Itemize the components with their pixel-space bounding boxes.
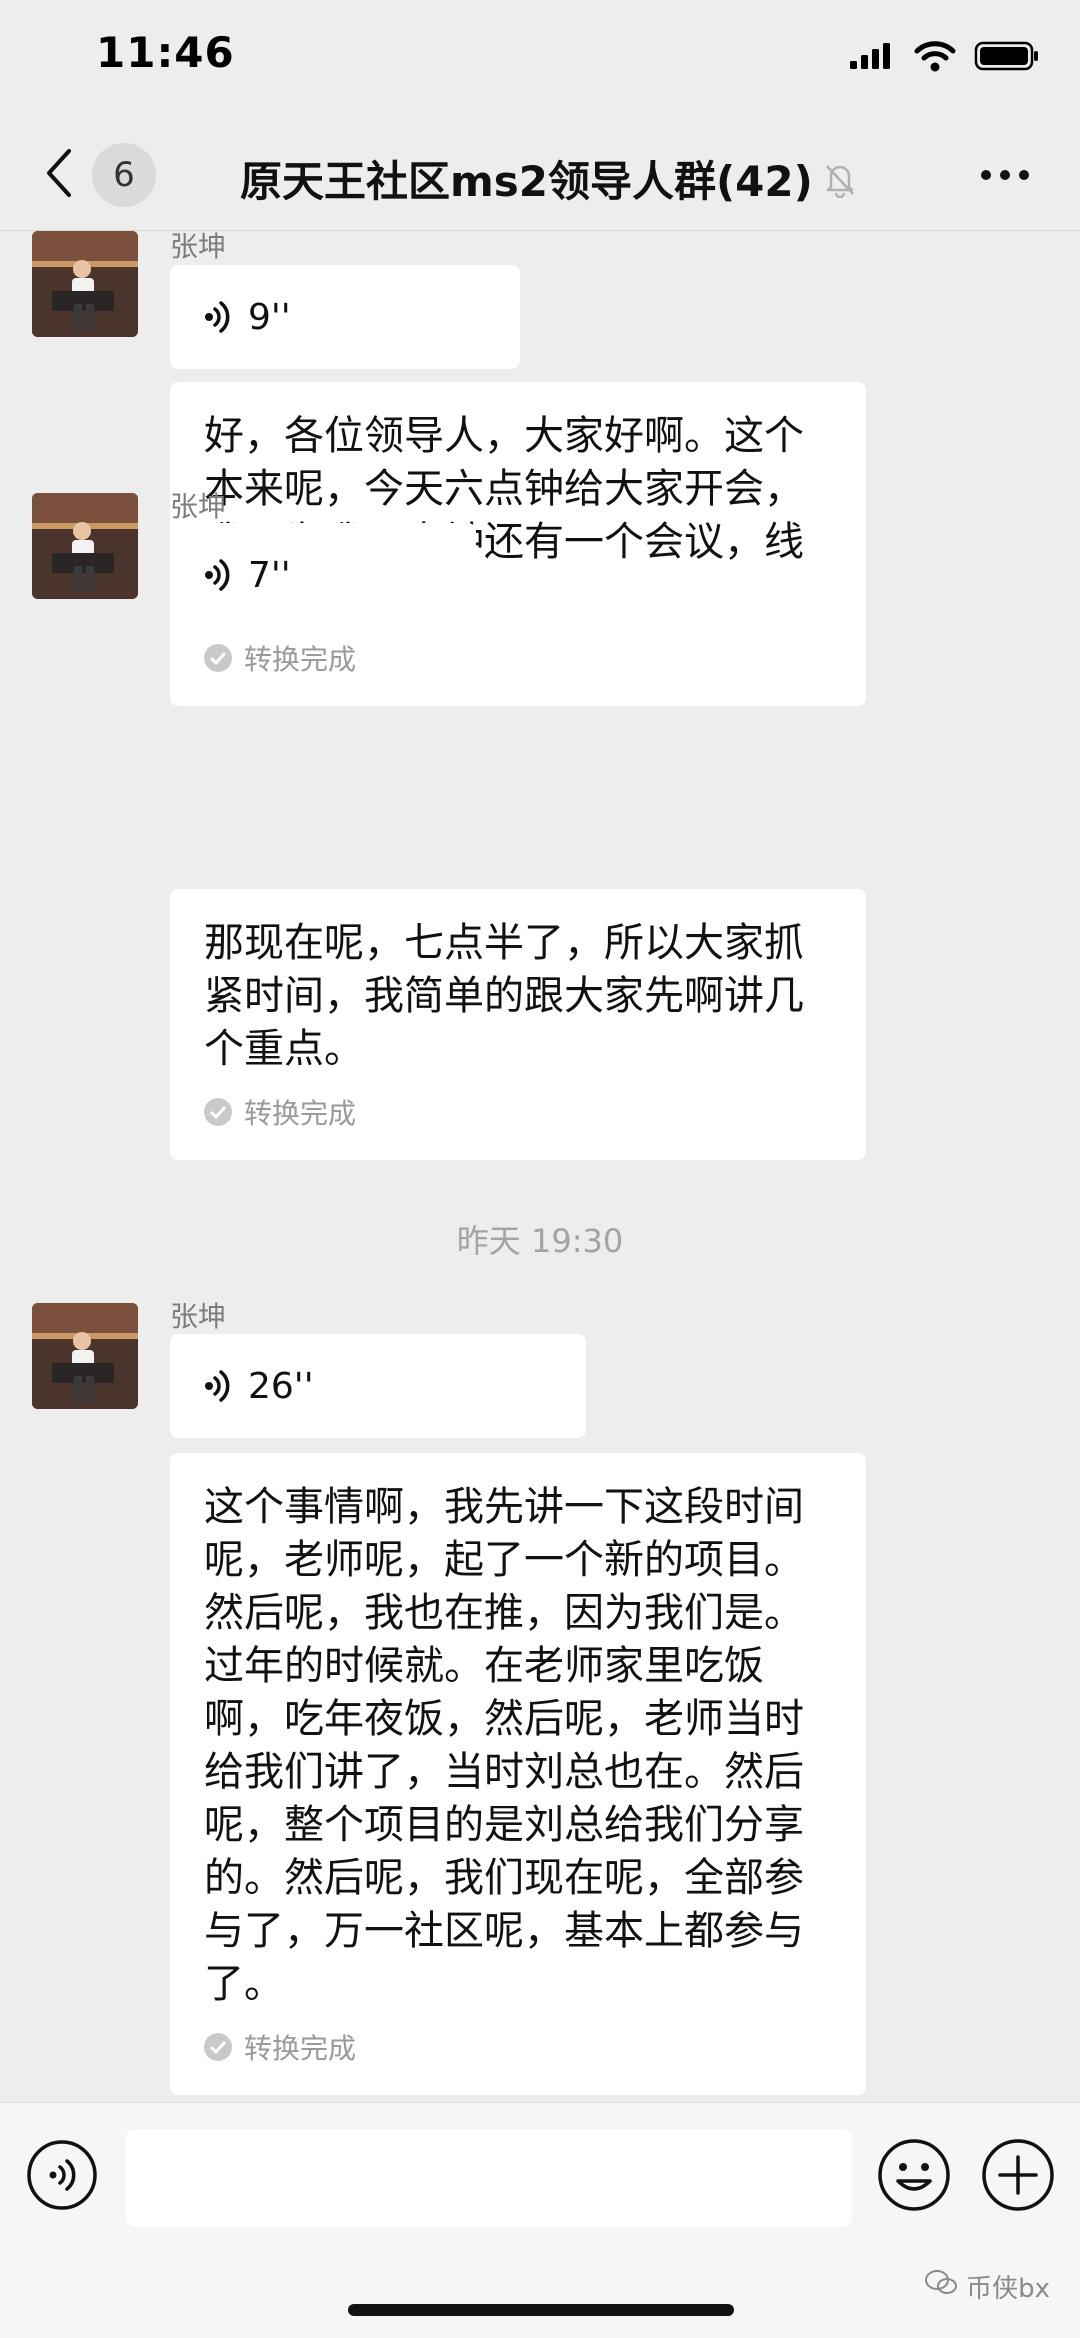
- transcript-bubble[interactable]: 那现在呢，七点半了，所以大家抓紧时间，我简单的跟大家先啊讲几个重点。 转换完成: [170, 889, 866, 1160]
- check-circle-icon: [204, 644, 232, 672]
- more-dots-icon: [980, 166, 1030, 185]
- conversion-status: 转换完成: [204, 638, 832, 678]
- signal-icon: [848, 41, 896, 75]
- avatar-photo: [32, 493, 138, 599]
- chat-title: 原天王社区ms2领导人群(42): [240, 148, 854, 209]
- sender-name: 张坤: [170, 490, 227, 523]
- avatar-photo: [32, 1303, 138, 1409]
- voice-wave-icon: [204, 298, 232, 336]
- status-time: 11:46: [96, 28, 235, 77]
- home-indicator[interactable]: [348, 2304, 734, 2316]
- voice-mode-icon: [27, 2140, 97, 2210]
- wifi-icon: [914, 40, 956, 76]
- voice-input-toggle[interactable]: [26, 2139, 98, 2211]
- watermark: 币侠bx: [924, 2268, 1050, 2305]
- plus-circle-icon: [982, 2139, 1054, 2211]
- avatar[interactable]: [32, 493, 138, 599]
- more-options-button[interactable]: [970, 150, 1040, 200]
- voice-message[interactable]: 26'': [170, 1334, 586, 1438]
- smiley-icon: [878, 2139, 950, 2211]
- chat-header: 6 原天王社区ms2领导人群(42): [0, 120, 1080, 231]
- transcript-text: 那现在呢，七点半了，所以大家抓紧时间，我简单的跟大家先啊讲几个重点。: [204, 920, 804, 1072]
- time-divider: 昨天 19:30: [456, 1222, 624, 1260]
- chat-title-text: 原天王社区ms2领导人群(42): [240, 157, 813, 206]
- transcript-text: 这个事情啊，我先讲一下这段时间呢，老师呢，起了一个新的项目。然后呢，我也在推，因…: [204, 1484, 804, 2007]
- avatar-photo: [32, 231, 138, 337]
- conversion-status-text: 转换完成: [244, 1097, 357, 1130]
- wechat-logo-icon: [924, 2269, 958, 2304]
- input-bar: [0, 2102, 1080, 2338]
- voice-duration: 9'': [248, 296, 291, 338]
- avatar[interactable]: [32, 231, 138, 337]
- chevron-left-icon: [44, 147, 74, 203]
- conversion-status-text: 转换完成: [244, 2032, 357, 2065]
- conversion-status: 转换完成: [204, 2027, 832, 2067]
- mute-bell-icon: [823, 160, 857, 198]
- voice-message[interactable]: 9'': [170, 265, 520, 369]
- voice-wave-icon: [204, 1367, 232, 1405]
- more-functions-button[interactable]: [980, 2137, 1056, 2213]
- watermark-text: 币侠bx: [966, 2274, 1050, 2304]
- back-button[interactable]: 6: [44, 142, 194, 208]
- status-bar: 11:46: [0, 0, 1080, 120]
- unread-count-badge: 6: [92, 143, 156, 207]
- avatar[interactable]: [32, 1303, 138, 1409]
- battery-icon: [974, 40, 1040, 76]
- sender-name: 张坤: [170, 1300, 227, 1333]
- message-input[interactable]: [126, 2129, 852, 2227]
- status-icons: [848, 40, 1040, 76]
- voice-duration: 7'': [248, 554, 291, 596]
- conversion-status: 转换完成: [204, 1092, 832, 1132]
- sender-name: 张坤: [170, 231, 227, 263]
- voice-message[interactable]: 7'': [170, 523, 476, 627]
- voice-duration: 26'': [248, 1365, 314, 1407]
- transcript-bubble[interactable]: 这个事情啊，我先讲一下这段时间呢，老师呢，起了一个新的项目。然后呢，我也在推，因…: [170, 1453, 866, 2095]
- conversion-status-text: 转换完成: [244, 643, 357, 676]
- message-list[interactable]: 张坤 9'' 好，各位领导人，大家好啊。这个本来呢，今天六点钟给大家开会，我因为…: [0, 231, 1080, 2101]
- emoji-button[interactable]: [876, 2137, 952, 2213]
- voice-wave-icon: [204, 556, 232, 594]
- check-circle-icon: [204, 1098, 232, 1126]
- check-circle-icon: [204, 2033, 232, 2061]
